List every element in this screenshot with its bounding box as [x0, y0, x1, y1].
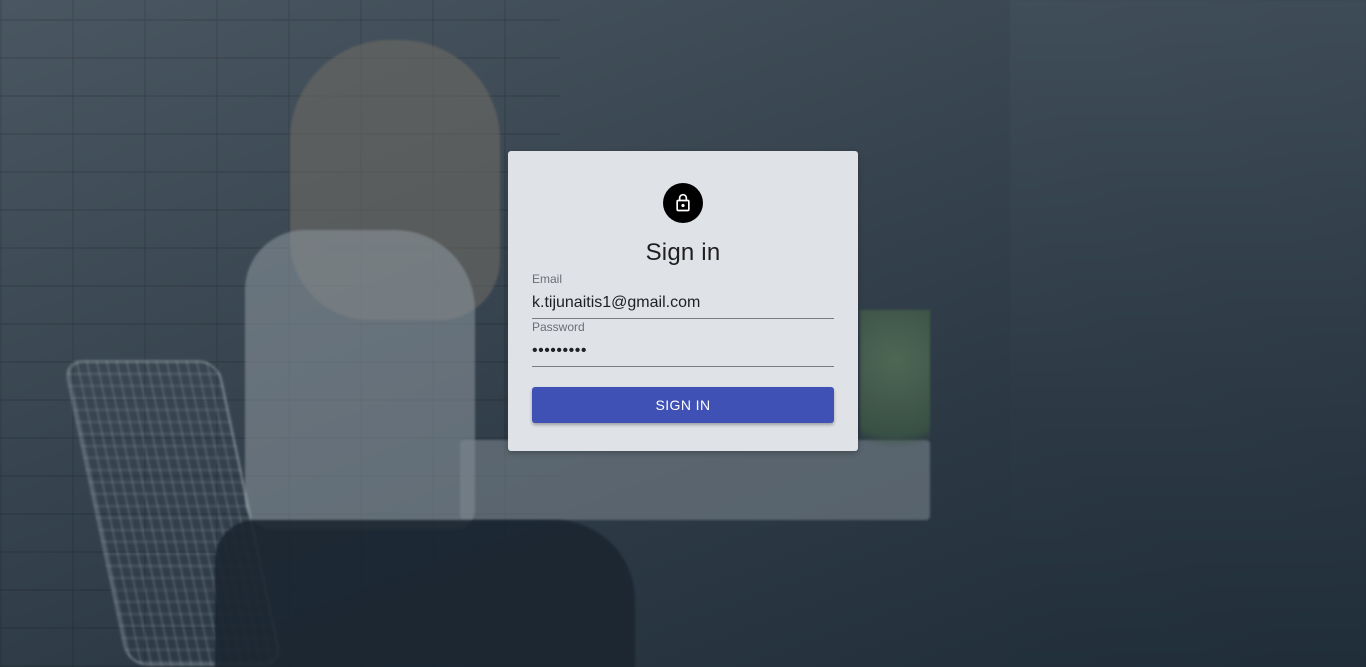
- email-label: Email: [532, 272, 563, 286]
- avatar: [663, 183, 703, 223]
- lock-icon: [676, 193, 690, 212]
- background-plant: [860, 310, 930, 480]
- background-person-torso: [245, 230, 475, 530]
- background-wall: [1010, 0, 1366, 667]
- background-person-legs: [215, 520, 635, 667]
- email-field[interactable]: [532, 292, 834, 319]
- password-field[interactable]: [532, 340, 834, 367]
- email-field-group: Email: [532, 272, 834, 319]
- sign-in-card: Sign in Email Password SIGN IN: [508, 151, 858, 451]
- password-label: Password: [532, 320, 585, 334]
- sign-in-button[interactable]: SIGN IN: [532, 387, 834, 423]
- password-field-group: Password: [532, 320, 834, 367]
- page-title: Sign in: [645, 239, 721, 266]
